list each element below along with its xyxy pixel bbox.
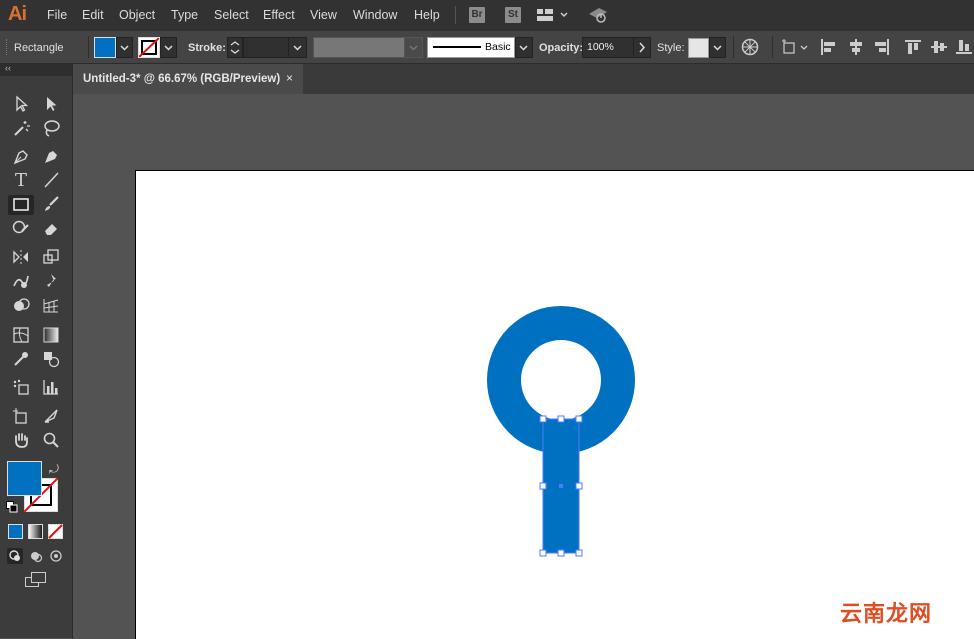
artwork-layer — [487, 306, 635, 557]
selection-handle[interactable] — [575, 549, 583, 557]
selection-handle[interactable] — [575, 482, 583, 490]
selection-handle[interactable] — [539, 482, 547, 490]
selection-handle[interactable] — [539, 415, 547, 423]
watermark: 云南龙网 — [840, 601, 933, 626]
selection-center-point — [559, 484, 563, 488]
selection-handle[interactable] — [557, 549, 565, 557]
fill-color-swatch-front[interactable] — [7, 461, 42, 496]
selection-handle[interactable] — [539, 549, 547, 557]
selection-handle[interactable] — [575, 415, 583, 423]
selection-handle[interactable] — [557, 415, 565, 423]
